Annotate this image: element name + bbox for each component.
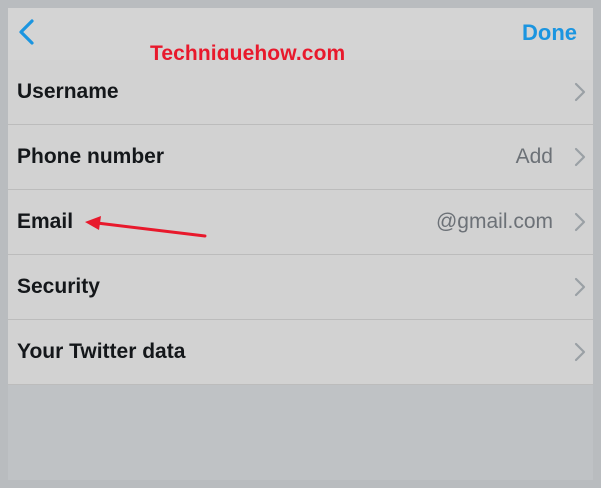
row-label: Your Twitter data <box>17 340 186 363</box>
row-label: Email <box>17 210 74 233</box>
settings-row-twitter-data[interactable]: Your Twitter data <box>8 320 593 385</box>
chevron-right-icon <box>574 147 586 167</box>
chevron-right-icon <box>574 212 586 232</box>
settings-row-email[interactable]: Email @gmail.com <box>8 190 593 255</box>
back-button[interactable] <box>12 14 40 50</box>
chevron-right-icon <box>574 342 586 362</box>
row-label: Phone number <box>17 145 165 168</box>
row-value: @gmail.com <box>435 210 553 233</box>
row-label: Security <box>17 275 100 298</box>
settings-row-phone-number[interactable]: Phone number Add <box>8 125 593 190</box>
chevron-left-icon <box>19 19 34 45</box>
account-settings-screen: Done Techniquehow.com Username Phone num… <box>8 8 593 480</box>
row-value: Add <box>515 145 553 168</box>
chevron-right-icon <box>574 82 586 102</box>
done-button[interactable]: Done <box>522 20 577 46</box>
settings-row-security[interactable]: Security <box>8 255 593 320</box>
chevron-right-icon <box>574 277 586 297</box>
settings-row-username[interactable]: Username <box>8 60 593 125</box>
settings-list: Username Phone number Add Email @gmail.c… <box>8 60 593 385</box>
row-label: Username <box>17 80 119 103</box>
